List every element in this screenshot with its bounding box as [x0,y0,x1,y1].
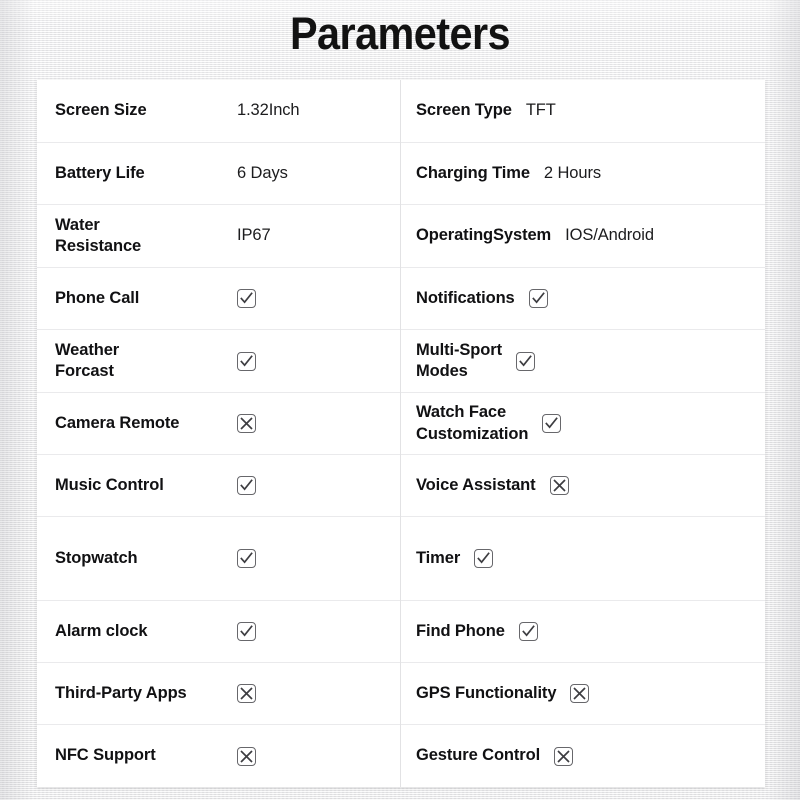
table-row: Battery Life 6 Days [37,143,400,205]
spec-label-water-resistance: Water Resistance [55,215,142,255]
spec-value-find-phone [505,622,538,641]
spec-label-nfc-support: NFC Support [55,746,156,765]
spec-value-screen-type: TFT [525,101,556,120]
checkmark-icon-watch-face-customization[interactable] [542,414,562,433]
table-row: Gesture Control [401,725,765,787]
checkmark-icon-stopwatch[interactable] [237,549,256,568]
spec-value-alarm-clock [237,622,400,641]
cross-icon-gps-functionality[interactable] [570,684,590,703]
cross-icon-nfc-support[interactable] [237,746,256,766]
spec-value-music-control [237,476,400,495]
spec-label-screen-size: Screen Size [55,101,147,120]
spec-label-watch-face-customization: Watch Face Customization [416,403,529,443]
spec-value-weather-forcast [237,351,400,371]
spec-label-voice-assistant: Voice Assistant [416,475,536,494]
spec-value-camera-remote [237,414,400,433]
checkmark-icon-music-control[interactable] [237,476,256,495]
spec-value-water-resistance: IP67 [237,226,271,245]
table-row: Screen Type TFT [401,80,765,143]
page-title: Parameters [289,8,511,59]
spec-label-camera-remote: Camera Remote [55,413,180,432]
table-row: GPS Functionality [401,663,765,725]
spec-value-gps-functionality [556,684,590,703]
checkmark-icon-timer[interactable] [474,549,494,568]
table-row: Camera Remote [37,393,400,455]
table-row: Stopwatch [37,517,400,601]
spec-label-stopwatch: Stopwatch [55,548,138,567]
spec-value-notifications [515,289,548,308]
spec-value-battery-life: 6 Days [237,163,288,182]
table-row: Third-Party Apps [37,663,400,725]
specifications-table: Screen Size 1.32Inch Battery Life 6 Days Wat… [37,80,765,787]
spec-label-timer: Timer [416,548,461,567]
spec-label-screen-type: Screen Type [416,101,512,120]
cross-icon-camera-remote[interactable] [237,414,256,433]
spec-column-right: Screen Type TFT Charging Time 2 Hours Operat… [401,80,765,787]
spec-label-operatingsystem: OperatingSystem [416,226,552,245]
spec-column-left: Screen Size 1.32Inch Battery Life 6 Days Wat… [37,80,401,787]
table-row: NFC Support [37,725,400,787]
cross-icon-gesture-control[interactable] [554,746,574,766]
spec-value-multi-sport-modes [502,351,535,371]
spec-value-screen-size: 1.32Inch [237,101,300,120]
checkmark-icon-multi-sport-modes[interactable] [515,351,535,371]
spec-value-stopwatch [237,549,400,568]
spec-label-third-party-apps: Third-Party Apps [55,683,187,702]
table-row: Screen Size 1.32Inch [37,80,400,143]
table-row: Timer [401,517,765,601]
spec-label-gesture-control: Gesture Control [416,746,541,765]
spec-label-multi-sport-modes: Multi-Sport Modes [416,340,502,380]
spec-label-notifications: Notifications [416,288,515,307]
spec-value-third-party-apps [237,684,400,703]
spec-value-operatingsystem: IOS/Android [565,226,654,245]
spec-label-alarm-clock: Alarm clock [55,621,148,640]
table-row: OperatingSystem IOS/Android [401,205,765,268]
table-row: Music Control [37,455,400,517]
table-row: Find Phone [401,601,765,663]
spec-value-watch-face-customization [528,414,562,433]
cross-icon-voice-assistant[interactable] [549,476,569,495]
checkmark-icon-weather-forcast[interactable] [237,351,256,371]
checkmark-icon-find-phone[interactable] [518,622,538,641]
table-row: Notifications [401,268,765,330]
spec-label-find-phone: Find Phone [416,621,505,640]
spec-label-weather-forcast: Weather Forcast [55,340,120,380]
spec-value-phone-call [237,289,400,308]
checkmark-icon-notifications[interactable] [528,289,548,308]
table-row: Water Resistance IP67 [37,205,400,268]
table-row: Voice Assistant [401,455,765,517]
spec-label-gps-functionality: GPS Functionality [416,683,557,702]
spec-value-gesture-control [540,746,574,766]
table-row: Alarm clock [37,601,400,663]
spec-value-timer [460,549,494,568]
cross-icon-third-party-apps[interactable] [237,684,256,703]
table-row: Multi-Sport Modes [401,330,765,393]
table-row: Charging Time 2 Hours [401,143,765,205]
spec-value-nfc-support [237,746,400,766]
checkmark-icon-phone-call[interactable] [237,289,256,308]
table-row: Watch Face Customization [401,393,765,455]
spec-label-charging-time: Charging Time [416,163,530,182]
spec-value-charging-time: 2 Hours [543,163,601,182]
parameters-page: Parameters Screen Size 1.32Inch Battery Li… [0,0,800,800]
spec-label-music-control: Music Control [55,475,164,494]
spec-label-battery-life: Battery Life [55,163,145,182]
table-row: Weather Forcast [37,330,400,393]
checkmark-icon-alarm-clock[interactable] [237,622,256,641]
spec-label-phone-call: Phone Call [55,288,140,307]
table-row: Phone Call [37,268,400,330]
spec-value-voice-assistant [536,476,569,495]
